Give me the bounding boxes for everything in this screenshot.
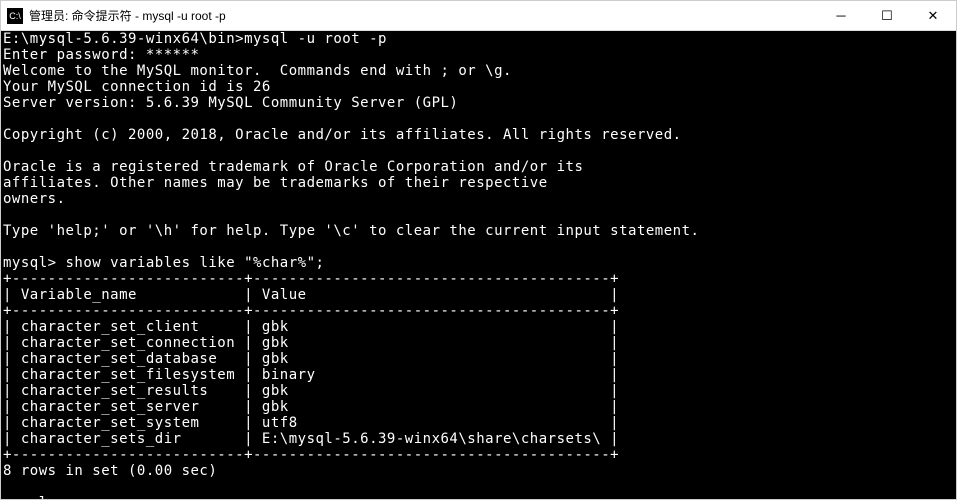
table-row: | character_set_database | gbk | <box>3 351 619 367</box>
mysql-prompt: mysql> <box>3 255 57 271</box>
prompt-path: E:\mysql-5.6.39-winx64\bin> <box>3 31 244 47</box>
table-row: | character_sets_dir | E:\mysql-5.6.39-w… <box>3 431 619 447</box>
sql-query: show variables like "%char%"; <box>57 255 325 271</box>
welcome-line: Welcome to the MySQL monitor. Commands e… <box>3 63 512 79</box>
table-row: | character_set_results | gbk | <box>3 383 619 399</box>
app-icon: C:\ <box>7 8 23 24</box>
help-line: Type 'help;' or '\h' for help. Type '\c'… <box>3 223 699 239</box>
typed-command: mysql -u root -p <box>244 31 387 47</box>
terminal-output[interactable]: E:\mysql-5.6.39-winx64\bin>mysql -u root… <box>1 31 956 499</box>
table-border-mid: +--------------------------+------------… <box>3 303 619 319</box>
table-border-bottom: +--------------------------+------------… <box>3 447 619 463</box>
table-row: | character_set_server | gbk | <box>3 399 619 415</box>
copyright-line: Copyright (c) 2000, 2018, Oracle and/or … <box>3 127 682 143</box>
table-row: | character_set_system | utf8 | <box>3 415 619 431</box>
trademark-line-3: owners. <box>3 191 66 207</box>
table-row: | character_set_filesystem | binary | <box>3 367 619 383</box>
table-row: | character_set_connection | gbk | <box>3 335 619 351</box>
table-row: | character_set_client | gbk | <box>3 319 619 335</box>
trademark-line-1: Oracle is a registered trademark of Orac… <box>3 159 583 175</box>
minimize-button[interactable]: ─ <box>818 1 864 30</box>
connection-id-line: Your MySQL connection id is 26 <box>3 79 271 95</box>
table-header: | Variable_name | Value | <box>3 287 619 303</box>
result-summary: 8 rows in set (0.00 sec) <box>3 463 217 479</box>
window-title: 管理员: 命令提示符 - mysql -u root -p <box>29 7 818 24</box>
server-version-line: Server version: 5.6.39 MySQL Community S… <box>3 95 458 111</box>
titlebar[interactable]: C:\ 管理员: 命令提示符 - mysql -u root -p ─ ☐ ✕ <box>1 1 956 31</box>
password-prompt: Enter password: ****** <box>3 47 199 63</box>
window-controls: ─ ☐ ✕ <box>818 1 956 30</box>
trademark-line-2: affiliates. Other names may be trademark… <box>3 175 548 191</box>
maximize-button[interactable]: ☐ <box>864 1 910 30</box>
command-prompt-window: C:\ 管理员: 命令提示符 - mysql -u root -p ─ ☐ ✕ … <box>0 0 957 500</box>
table-border-top: +--------------------------+------------… <box>3 271 619 287</box>
close-button[interactable]: ✕ <box>910 1 956 30</box>
mysql-prompt: mysql> <box>3 495 57 499</box>
